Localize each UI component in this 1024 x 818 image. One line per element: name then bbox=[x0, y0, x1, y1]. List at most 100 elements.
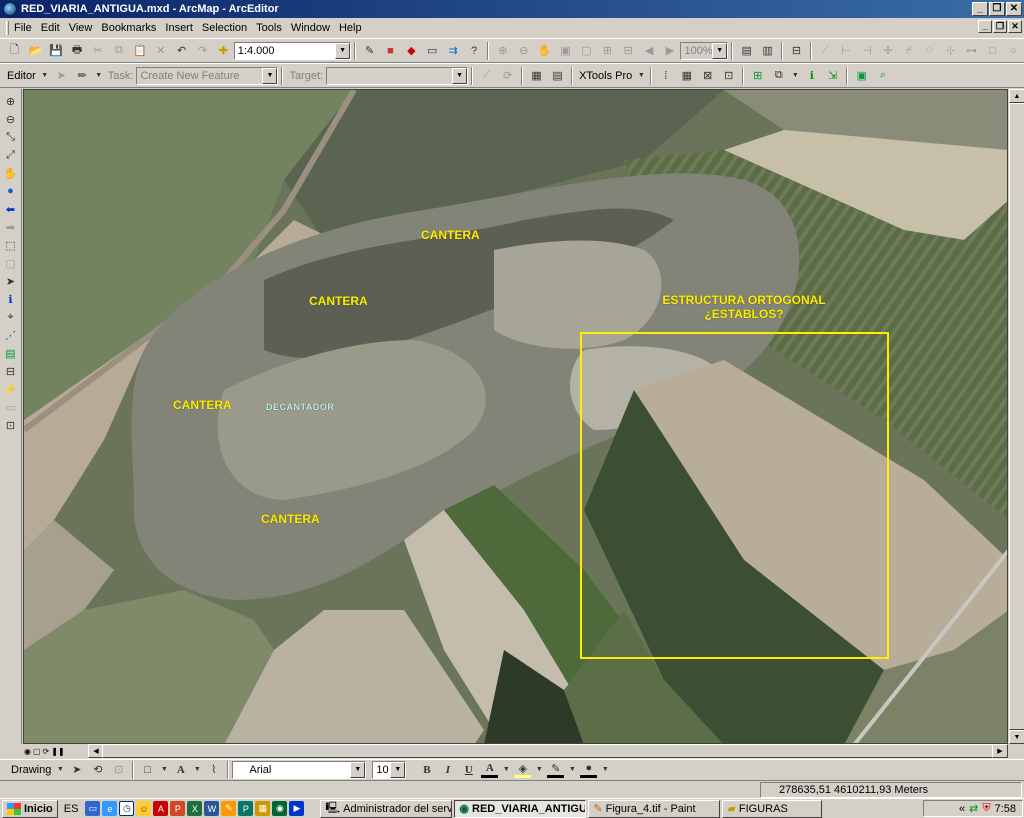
split-tool-icon[interactable]: ⟋ bbox=[478, 67, 495, 84]
editor-toolbar-icon[interactable]: ✎ bbox=[361, 42, 378, 59]
georef-tool-6-icon[interactable]: ⁘ bbox=[921, 42, 938, 59]
close-button[interactable]: ✕ bbox=[1006, 2, 1022, 16]
paint-icon[interactable]: ✎ bbox=[221, 801, 237, 816]
chevron-down-icon[interactable]: ▼ bbox=[452, 67, 468, 84]
minimize-button[interactable]: _ bbox=[972, 2, 988, 16]
rotate-icon[interactable]: ⟲ bbox=[89, 761, 106, 778]
doc-restore-button[interactable]: ❐ bbox=[993, 20, 1007, 33]
circle-icon[interactable]: ○ bbox=[1005, 42, 1022, 59]
task-arcmap[interactable]: ◉ RED_VIARIA_ANTIGU... bbox=[454, 799, 587, 818]
language-indicator[interactable]: ES bbox=[64, 803, 79, 815]
georef-tool-1-icon[interactable]: ⟋ bbox=[817, 42, 834, 59]
layout-zoom-combo[interactable]: 100% ▼ bbox=[680, 41, 729, 60]
paste-icon[interactable]: 📋 bbox=[131, 42, 148, 59]
menu-selection[interactable]: Selection bbox=[202, 22, 247, 34]
chevron-down-icon[interactable]: ▼ bbox=[350, 761, 366, 778]
select-elements-icon[interactable]: ➤ bbox=[68, 761, 85, 778]
xtools-pro-menu[interactable]: XTools Pro bbox=[579, 70, 632, 82]
xtools-search-icon[interactable]: ⌕ bbox=[874, 67, 891, 84]
select-features-icon[interactable]: ⬚ bbox=[2, 237, 20, 253]
identify-icon[interactable]: ℹ bbox=[2, 291, 20, 307]
map-view[interactable]: CANTERA CANTERA CANTERA CANTERA DECANTAD… bbox=[23, 89, 1008, 744]
layout-zoom-out-icon[interactable]: ⊖ bbox=[515, 42, 532, 59]
layout-zoom-in-icon[interactable]: ⊕ bbox=[494, 42, 511, 59]
task-figuras-folder[interactable]: ▰ FIGURAS bbox=[722, 799, 823, 818]
pan-icon[interactable]: ✋ bbox=[2, 165, 20, 181]
sketch-properties-icon[interactable]: ▤ bbox=[549, 67, 566, 84]
font-color-icon[interactable]: A bbox=[481, 761, 499, 778]
doc-close-button[interactable]: ✕ bbox=[1008, 20, 1022, 33]
scroll-up-icon[interactable]: ▲ bbox=[1009, 89, 1024, 103]
pause-drawing-icon[interactable]: ❚❚ bbox=[51, 747, 64, 756]
horizontal-scrollbar[interactable]: ◀ ▶ bbox=[88, 744, 1008, 759]
chevron-down-icon[interactable]: ▼ bbox=[262, 67, 278, 84]
layout-view-icon[interactable]: ▢ bbox=[33, 747, 41, 756]
publisher-icon[interactable]: P bbox=[238, 801, 254, 816]
chevron-down-icon[interactable]: ▼ bbox=[601, 761, 609, 778]
word-icon[interactable]: W bbox=[204, 801, 220, 816]
hyperlink-icon[interactable]: ⊟ bbox=[2, 363, 20, 379]
horizontal-scroll-thumb[interactable] bbox=[102, 744, 994, 758]
next-extent-icon[interactable]: ▶ bbox=[662, 42, 679, 59]
georef-tool-5-icon[interactable]: ⌿ bbox=[900, 42, 917, 59]
marker-color-icon[interactable]: ● bbox=[580, 761, 598, 778]
task-server-admin[interactable]: 🖳 Administrador del servidor bbox=[320, 799, 453, 818]
layout-pan-icon[interactable]: ✋ bbox=[536, 42, 553, 59]
menu-view[interactable]: View bbox=[69, 22, 93, 34]
xtools-table-icon[interactable]: ⁞ bbox=[657, 67, 674, 84]
forward-extent-icon[interactable]: ➡ bbox=[2, 219, 20, 235]
chevron-down-icon[interactable]: ▼ bbox=[335, 42, 351, 59]
fixed-zoom-out-icon[interactable]: ⤢ bbox=[2, 147, 20, 163]
back-extent-icon[interactable]: ⬅ bbox=[2, 201, 20, 217]
delete-icon[interactable]: ✕ bbox=[152, 42, 169, 59]
attributes-icon[interactable]: ▦ bbox=[528, 67, 545, 84]
start-button[interactable]: Inicio bbox=[2, 799, 58, 818]
rectangle-icon[interactable]: □ bbox=[984, 42, 1001, 59]
arcmap-icon[interactable]: ◉ bbox=[272, 801, 288, 816]
chevron-down-icon[interactable]: ▼ bbox=[390, 761, 406, 778]
messenger-icon[interactable]: ☺ bbox=[136, 801, 152, 816]
georef-tool-3-icon[interactable]: ⊣ bbox=[859, 42, 876, 59]
redo-icon[interactable]: ↷ bbox=[194, 42, 211, 59]
model-builder-icon[interactable]: ⇉ bbox=[445, 42, 462, 59]
underline-icon[interactable]: U bbox=[460, 761, 477, 778]
xtools-add-icon[interactable]: ⊞ bbox=[749, 67, 766, 84]
chevron-down-icon[interactable]: ▼ bbox=[95, 67, 103, 84]
line-color-icon[interactable]: ✎ bbox=[547, 761, 565, 778]
xtools-shapes-icon[interactable]: ⊡ bbox=[720, 67, 737, 84]
georef-tool-8-icon[interactable]: ⊶ bbox=[963, 42, 980, 59]
scroll-down-icon[interactable]: ▼ bbox=[1009, 730, 1024, 744]
chevron-down-icon[interactable]: ▼ bbox=[568, 761, 576, 778]
georef-tool-2-icon[interactable]: ⊢ bbox=[838, 42, 855, 59]
chevron-down-icon[interactable]: ▼ bbox=[502, 761, 510, 778]
undo-icon[interactable]: ↶ bbox=[173, 42, 190, 59]
xtools-table-tools-icon[interactable]: ▣ bbox=[853, 67, 870, 84]
clock[interactable]: 7:58 bbox=[995, 803, 1016, 815]
arctoolbox-icon[interactable]: ■ bbox=[382, 42, 399, 59]
fixed-zoom-in-icon[interactable]: ⊞ bbox=[599, 42, 616, 59]
fixed-zoom-out-icon[interactable]: ⊟ bbox=[620, 42, 637, 59]
clear-selection-icon[interactable]: ▢ bbox=[2, 255, 20, 271]
rectangle-icon[interactable]: □ bbox=[139, 761, 156, 778]
edit-vertices-icon[interactable]: ⌇ bbox=[205, 761, 222, 778]
bold-icon[interactable]: B bbox=[418, 761, 435, 778]
zoom-out-icon[interactable]: ⊖ bbox=[2, 111, 20, 127]
save-icon[interactable]: 💾 bbox=[48, 42, 65, 59]
print-icon[interactable]: 🖶 bbox=[69, 42, 86, 59]
toggle-draft-icon[interactable]: ▤ bbox=[738, 42, 755, 59]
info-icon[interactable]: ℹ bbox=[803, 67, 820, 84]
editor-menu[interactable]: Editor bbox=[7, 70, 36, 82]
xtools-export-icon[interactable]: ⇲ bbox=[824, 67, 841, 84]
menu-window[interactable]: Window bbox=[291, 22, 330, 34]
command-line-icon[interactable]: ▭ bbox=[424, 42, 441, 59]
map-scale-combo[interactable]: 1:4.000 ▼ bbox=[233, 41, 352, 60]
whats-this-help-icon[interactable]: ? bbox=[466, 42, 483, 59]
internet-explorer-icon[interactable]: e bbox=[102, 801, 118, 816]
refresh-icon[interactable]: ⟳ bbox=[43, 747, 50, 756]
restore-button[interactable]: ❐ bbox=[989, 2, 1005, 16]
time-slider-icon[interactable]: ⊡ bbox=[2, 417, 20, 433]
chevron-down-icon[interactable]: ▼ bbox=[712, 42, 728, 59]
previous-extent-icon[interactable]: ◀ bbox=[641, 42, 658, 59]
chevron-down-icon[interactable]: ▼ bbox=[56, 761, 64, 778]
lightning-icon[interactable]: ⚡ bbox=[2, 381, 20, 397]
